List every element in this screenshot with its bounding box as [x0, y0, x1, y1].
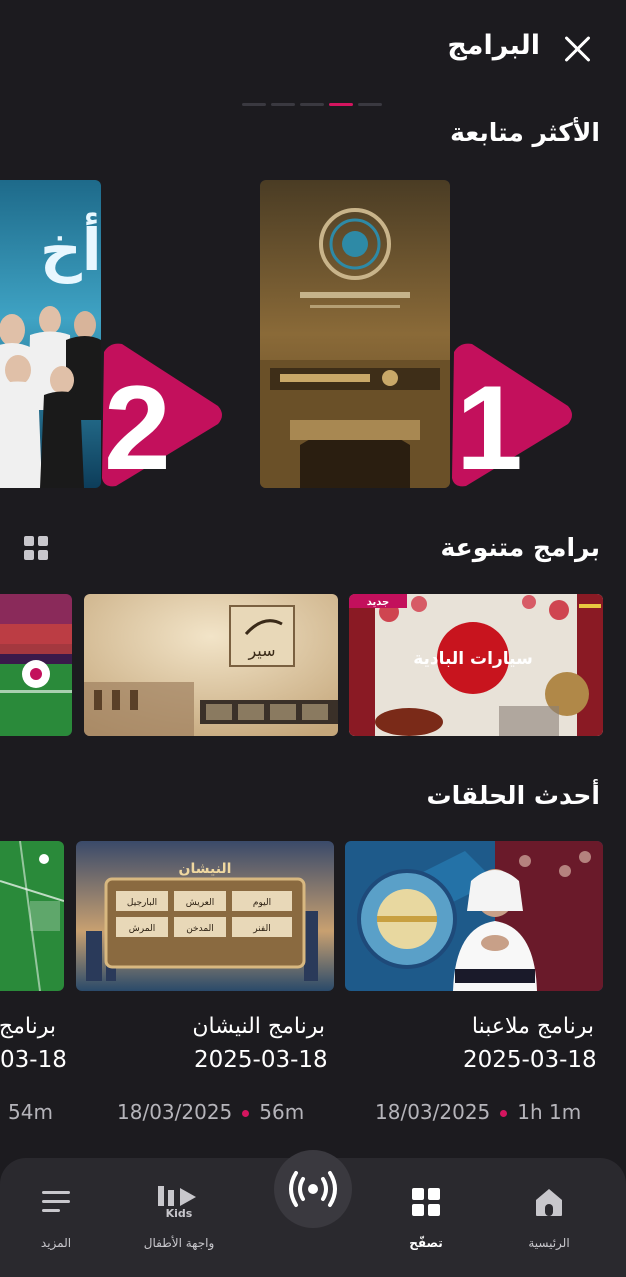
episode-card-1[interactable]: [345, 841, 603, 991]
nav-home-label: الرئيسية: [528, 1236, 570, 1250]
program-poster: [260, 180, 450, 488]
episode-date: 2025-03-18: [194, 1047, 328, 1073]
episode-meta: 18/03/2025 1h 1m: [375, 1100, 581, 1124]
carousel-dot[interactable]: [300, 103, 324, 106]
close-icon[interactable]: [562, 34, 592, 64]
carousel-dot-active[interactable]: [329, 103, 353, 106]
new-badge: جديد: [367, 597, 390, 608]
nav-browse[interactable]: تصفّح: [376, 1182, 476, 1250]
program-thumbnail: سير: [84, 594, 338, 736]
program-card-rank-2[interactable]: أخ: [0, 180, 101, 488]
nav-kids[interactable]: Kids واجهة الأطفال: [129, 1182, 229, 1250]
program-thumbnail: سيارات البادية جديد: [349, 594, 603, 736]
nav-more[interactable]: المزيد: [6, 1182, 106, 1250]
kids-logo-text: Kids: [166, 1207, 193, 1218]
episode-duration: 54m: [8, 1100, 53, 1124]
program-card-sports[interactable]: [0, 594, 72, 736]
carousel-dot[interactable]: [242, 103, 266, 106]
nishan-label: البارجيل: [127, 898, 157, 908]
svg-text:النيشان: النيشان: [179, 861, 232, 877]
nav-kids-label: واجهة الأطفال: [143, 1236, 215, 1250]
episode-duration: 56m: [259, 1100, 305, 1124]
meta-separator: [242, 1110, 250, 1117]
program-card-sayyarat[interactable]: سيارات البادية جديد: [349, 594, 603, 736]
grid-view-icon[interactable]: [24, 536, 48, 560]
section-title-various: برامج متنوعة: [440, 533, 600, 562]
nav-more-label: المزيد: [40, 1236, 72, 1250]
episode-date: 03-18: [0, 1047, 67, 1073]
nav-browse-label: تصفّح: [409, 1236, 443, 1250]
nav-home[interactable]: الرئيسية: [499, 1182, 599, 1250]
section-title-latest: أحدث الحلقات: [426, 781, 600, 810]
menu-icon: [42, 1191, 70, 1212]
header: البرامج: [0, 0, 626, 96]
browse-grid-icon: [412, 1188, 440, 1216]
program-card-sir[interactable]: سير: [84, 594, 338, 736]
rank-number-1: 1: [456, 361, 523, 495]
episode-thumbnail: النيشان اليوم العريش البارجيل الفنر المد…: [76, 841, 334, 991]
program-poster: أخ: [0, 180, 101, 488]
episode-title: برنامج النيشان: [192, 1014, 325, 1039]
nishan-label: المرش: [129, 924, 155, 934]
svg-text:سير: سير: [247, 641, 275, 661]
episode-meta: 18/03/2025 56m: [117, 1100, 304, 1124]
page-title: البرامج: [447, 30, 540, 61]
card-title-text: سيارات البادية: [413, 649, 533, 669]
episode-meta: 54m: [8, 1100, 53, 1124]
home-icon: [536, 1189, 562, 1216]
episode-aired-date: 18/03/2025: [375, 1100, 491, 1124]
carousel-dot[interactable]: [271, 103, 295, 106]
meta-separator: [500, 1110, 508, 1117]
episode-title: برنامج: [0, 1014, 56, 1039]
kids-logo-icon: Kids: [158, 1186, 196, 1220]
live-button[interactable]: [274, 1150, 352, 1228]
episode-thumbnail: [345, 841, 603, 991]
episode-title: برنامج ملاعبنا: [471, 1014, 594, 1039]
episode-duration: 1h 1m: [517, 1100, 582, 1124]
program-card-rank-1[interactable]: [260, 180, 450, 488]
nishan-label: الفنر: [252, 924, 270, 934]
nishan-label: المدخن: [186, 924, 214, 934]
carousel-dot[interactable]: [358, 103, 382, 106]
rank-number-2: 2: [104, 361, 171, 495]
episode-card-3[interactable]: [0, 841, 64, 991]
nishan-label: العريش: [186, 898, 215, 908]
live-broadcast-icon: [289, 1171, 337, 1207]
episode-aired-date: 18/03/2025: [117, 1100, 233, 1124]
section-title-most-watched: الأكثر متابعة: [450, 118, 600, 147]
program-thumbnail: [0, 594, 72, 736]
episode-card-2[interactable]: النيشان اليوم العريش البارجيل الفنر المد…: [76, 841, 334, 991]
nishan-label: اليوم: [253, 898, 271, 908]
svg-text:أخ: أخ: [40, 212, 101, 284]
episode-date: 2025-03-18: [463, 1047, 597, 1073]
episode-thumbnail: [0, 841, 64, 991]
carousel-indicator: [242, 103, 382, 106]
